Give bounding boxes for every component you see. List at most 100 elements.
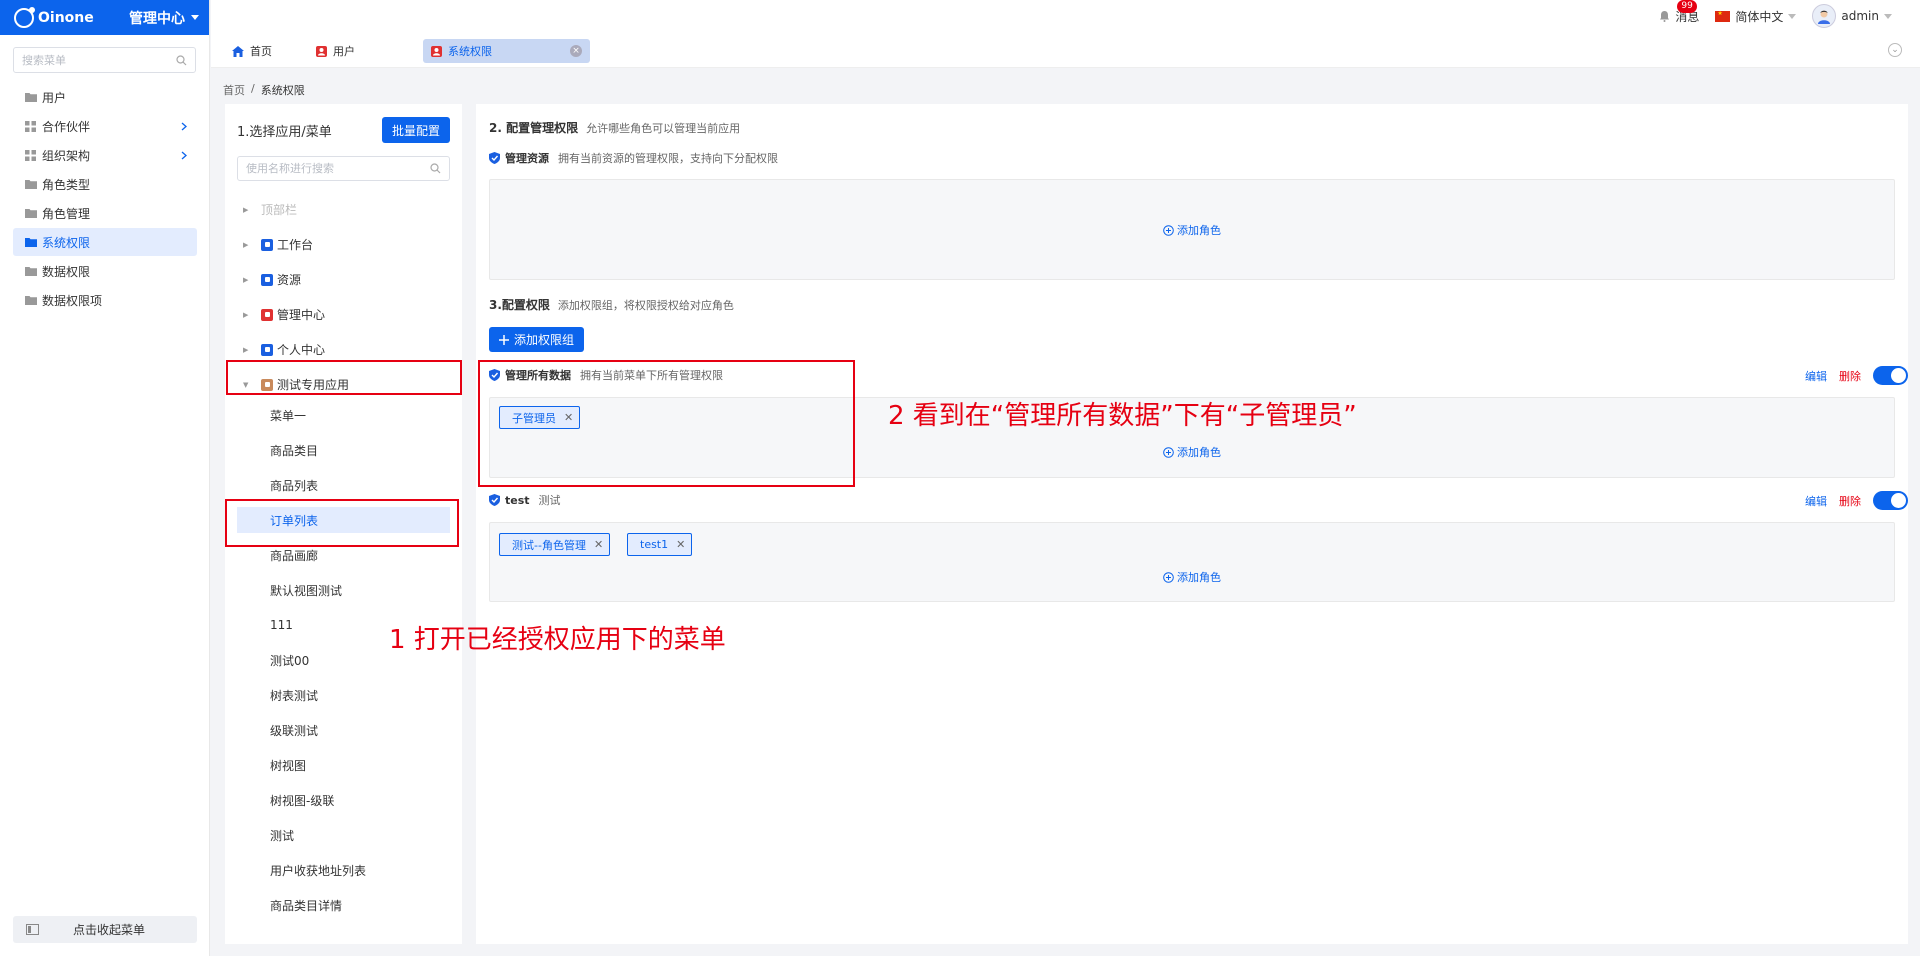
add-role-label: 添加角色 <box>1177 446 1221 459</box>
chevron-down-icon[interactable]: ⌄ <box>1888 43 1902 57</box>
folder-icon <box>25 265 37 277</box>
group-actions: 编辑 删除 <box>1805 366 1908 385</box>
logo-text: Oinone <box>38 9 94 26</box>
caret-down-icon <box>191 14 199 21</box>
tab-home[interactable]: 首页 <box>224 39 280 63</box>
delete-button[interactable]: 删除 <box>1839 368 1861 384</box>
tree-leaf[interactable]: 商品类目详情 <box>237 892 450 918</box>
edit-button[interactable]: 编辑 <box>1805 493 1827 509</box>
sidebar-item-label: 合作伙伴 <box>42 119 91 134</box>
add-permission-group-button[interactable]: 添加权限组 <box>489 327 585 352</box>
tree-leaf[interactable]: 菜单一 <box>237 402 450 428</box>
folder-icon <box>25 178 37 190</box>
bell-icon <box>1659 10 1670 22</box>
sidebar-item[interactable]: 角色管理 <box>13 199 197 227</box>
edit-button[interactable]: 编辑 <box>1805 368 1827 384</box>
grid-icon <box>25 120 37 132</box>
sidebar-item[interactable]: 数据权限 <box>13 257 197 285</box>
tree-leaf-label: 测试00 <box>270 653 310 668</box>
chevron-right-icon <box>181 151 187 160</box>
delete-button[interactable]: 删除 <box>1839 493 1861 509</box>
role-tag-label: test1 <box>640 538 669 551</box>
caret-right-icon[interactable]: ▶ <box>243 346 253 354</box>
tab-user[interactable]: 用户 <box>308 39 363 63</box>
tree-leaf-label: 商品列表 <box>270 478 319 493</box>
add-permission-group-label: 添加权限组 <box>514 333 575 347</box>
close-icon[interactable]: ✕ <box>594 538 603 551</box>
messages-button[interactable]: 消息 99 <box>1659 0 1699 25</box>
search-icon[interactable] <box>176 54 187 66</box>
sidebar-item[interactable]: 用户 <box>13 83 197 111</box>
tree-leaf[interactable]: 用户收获地址列表 <box>237 857 450 883</box>
tree-search[interactable] <box>237 156 450 181</box>
batch-config-button[interactable]: 批量配置 <box>381 117 450 143</box>
sidebar-item[interactable]: 数据权限项 <box>13 286 197 314</box>
tree-search-input[interactable] <box>246 162 430 175</box>
sidebar-item[interactable]: 合作伙伴 <box>13 112 197 140</box>
group-role-box: 测试--角色管理 ✕ test1 ✕ 添加角色 <box>489 522 1895 602</box>
tree-leaf[interactable]: 商品类目 <box>237 437 450 463</box>
group-enable-toggle[interactable] <box>1873 366 1908 385</box>
app-switch-dropdown[interactable]: 管理中心 <box>129 8 199 28</box>
plus-circle-icon <box>1163 224 1174 236</box>
plus-circle-icon <box>1163 446 1174 458</box>
role-tag: test1 ✕ <box>627 533 693 556</box>
messages-badge: 99 <box>1677 0 1697 13</box>
manage-resource-title: 管理资源 <box>505 152 549 165</box>
breadcrumb-current: 系统权限 <box>260 84 305 97</box>
manage-role-box: 添加角色 <box>489 179 1895 280</box>
sidebar-menu: 用户合作伙伴组织架构角色类型角色管理 系统权限 数据权限 数据权限项 <box>0 83 209 314</box>
search-icon[interactable] <box>430 163 441 174</box>
tab-system-permission[interactable]: 系统权限 × <box>423 39 590 63</box>
collapse-menu-button[interactable]: 点击收起菜单 <box>13 916 197 943</box>
user-menu[interactable]: admin <box>1812 4 1892 28</box>
tab-label: 系统权限 <box>448 45 492 58</box>
tree-node-label: 资源 <box>277 273 302 287</box>
grid-icon <box>25 149 37 161</box>
tree-leaf-label: 树视图 <box>270 758 307 773</box>
tree-node[interactable]: ▶ 管理中心 <box>237 302 450 327</box>
sidebar-item-label: 角色类型 <box>42 177 91 192</box>
app-switch-label: 管理中心 <box>129 10 185 27</box>
tree-node[interactable]: ▶ 工作台 <box>237 232 450 257</box>
tree-leaf[interactable]: 商品列表 <box>237 472 450 498</box>
tree-leaf-label: 111 <box>270 618 293 632</box>
tree-leaf[interactable]: 级联测试 <box>237 717 450 743</box>
tree-node[interactable]: ▶ 顶部栏 <box>237 197 450 222</box>
sidebar-item[interactable]: 组织架构 <box>13 141 197 169</box>
sidebar-item[interactable]: 系统权限 <box>13 228 197 256</box>
logo-bar: Oinone 管理中心 <box>0 0 209 35</box>
menu-search[interactable] <box>13 47 196 73</box>
user-icon <box>431 45 442 57</box>
shield-icon <box>489 152 500 164</box>
annotation-note-1: 1 打开已经授权应用下的菜单 <box>389 625 726 655</box>
section3-title: 3.配置权限 <box>489 298 550 312</box>
sidebar-item[interactable]: 角色类型 <box>13 170 197 198</box>
tree-node[interactable]: ▶ 资源 <box>237 267 450 292</box>
logo-icon <box>14 6 35 28</box>
add-role-button[interactable]: 添加角色 <box>490 222 1894 238</box>
sidebar: Oinone 管理中心 用户合作伙伴组织架构角色类型角色管理系统权限数据权限数据… <box>0 0 210 956</box>
tree-node-label: 个人中心 <box>277 343 326 357</box>
tab-label: 首页 <box>250 45 272 58</box>
caret-right-icon[interactable]: ▶ <box>243 241 253 249</box>
breadcrumb-home[interactable]: 首页 <box>223 82 245 98</box>
tree-leaf-label: 树视图-级联 <box>270 793 335 808</box>
tab-bar: 首页 用户 系统权限 × ⌄ <box>211 32 1920 68</box>
tree-leaf[interactable]: 测试 <box>237 822 450 848</box>
tree-leaf[interactable]: 树视图-级联 <box>237 787 450 813</box>
tree-leaf[interactable]: 树视图 <box>237 752 450 778</box>
tree-node[interactable]: ▶ 个人中心 <box>237 337 450 362</box>
caret-right-icon[interactable]: ▶ <box>243 276 253 284</box>
permission-config-panel: 2. 配置管理权限 允许哪些角色可以管理当前应用 管理资源 拥有当前资源的管理权… <box>476 104 1908 944</box>
tree-leaf[interactable]: 默认视图测试 <box>237 577 450 603</box>
caret-right-icon[interactable]: ▶ <box>243 311 253 319</box>
close-icon[interactable]: ✕ <box>676 538 685 551</box>
language-switcher[interactable]: 简体中文 <box>1715 8 1797 25</box>
add-role-button[interactable]: 添加角色 <box>490 569 1894 585</box>
caret-right-icon[interactable]: ▶ <box>243 206 253 214</box>
close-icon[interactable]: × <box>570 45 582 57</box>
group-enable-toggle[interactable] <box>1873 491 1908 510</box>
menu-search-input[interactable] <box>22 53 176 67</box>
tree-leaf[interactable]: 树表测试 <box>237 682 450 708</box>
